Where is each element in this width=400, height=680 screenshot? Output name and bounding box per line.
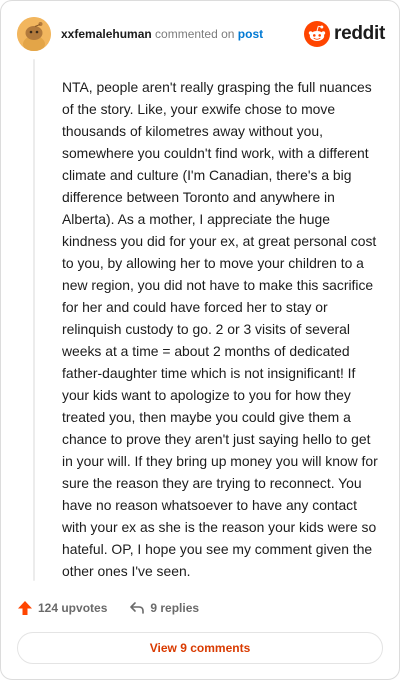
comment-actions: 124 upvotes 9 replies bbox=[17, 597, 199, 619]
comment-card: xxfemalehuman commented on post reddit N… bbox=[0, 0, 400, 680]
upvote-count: 124 upvotes bbox=[38, 601, 108, 615]
reddit-logo-icon bbox=[304, 21, 331, 47]
reply-count: 9 replies bbox=[150, 601, 200, 615]
user-avatar[interactable] bbox=[17, 17, 51, 51]
view-comments-button[interactable]: View 9 comments bbox=[17, 632, 383, 664]
snoo-avatar-icon bbox=[17, 17, 51, 51]
comment-header: xxfemalehuman commented on post reddit bbox=[17, 17, 385, 51]
reply-arrow-icon bbox=[130, 602, 145, 614]
upvote-button[interactable]: 124 upvotes bbox=[17, 600, 107, 616]
comment-body: NTA, people aren't really grasping the f… bbox=[62, 79, 378, 579]
upvote-arrow-icon bbox=[18, 601, 32, 615]
post-link[interactable]: post bbox=[238, 27, 263, 41]
reddit-brand[interactable]: reddit bbox=[304, 21, 385, 47]
comment-meta: xxfemalehuman commented on post bbox=[61, 26, 263, 42]
username-link[interactable]: xxfemalehuman bbox=[61, 27, 152, 41]
thread-line[interactable] bbox=[33, 59, 35, 581]
replies-button[interactable]: 9 replies bbox=[129, 600, 199, 616]
commented-on-text: commented on bbox=[155, 27, 235, 41]
reddit-wordmark: reddit bbox=[334, 23, 385, 44]
